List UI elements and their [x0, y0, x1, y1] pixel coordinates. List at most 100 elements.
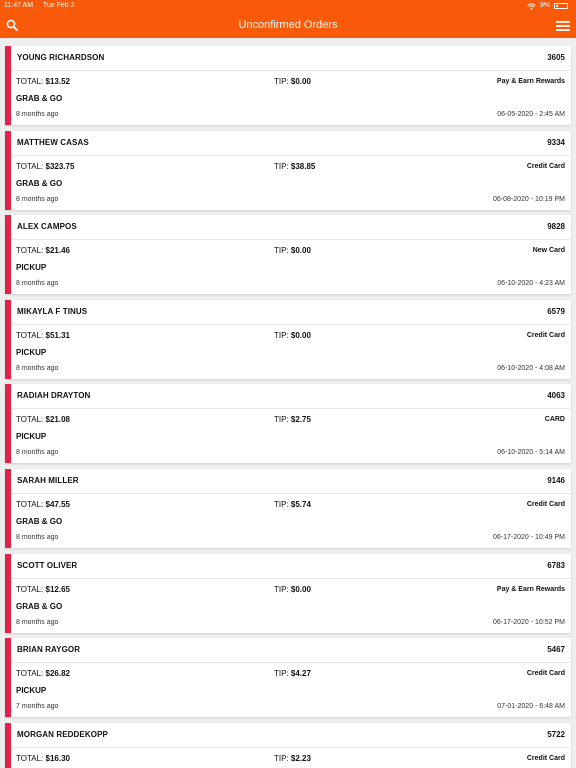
customer-name: MORGAN REDDEKOPP	[17, 729, 108, 739]
total-value: $47.55	[45, 500, 70, 509]
total-value: $21.08	[45, 415, 70, 425]
total-value: $51.31	[45, 330, 70, 340]
order-card-header: MORGAN REDDEKOPP 5722	[11, 723, 571, 748]
order-amounts: TOTAL: $51.31 TIP: $0.00 Credit Card	[16, 331, 565, 345]
customer-name: RADIAH DRAYTON	[17, 391, 91, 401]
tip-value: $0.00	[290, 246, 311, 256]
tip-value: $2.75	[290, 415, 311, 425]
order-number: 5467	[547, 645, 565, 655]
order-datetime: 06-08-2020 - 10:19 PM	[493, 195, 565, 203]
relative-time: 8 months ago	[16, 449, 59, 457]
total-label: TOTAL:	[16, 77, 44, 86]
order-number: 5722	[547, 729, 565, 739]
order-type: PICKUP	[16, 263, 47, 273]
order-type: PICKUP	[16, 347, 47, 357]
customer-name: MATTHEW CASAS	[17, 137, 89, 147]
order-number: 6579	[547, 306, 565, 316]
tip-label: TIP:	[274, 330, 289, 340]
order-tip: TIP: $5.74	[274, 500, 311, 509]
app-header: 11:47 AM Tue Feb 2 9% Unconfirmed Orders	[0, 0, 576, 38]
order-card[interactable]: SCOTT OLIVER 6783 TOTAL: $12.65 TIP: $0.…	[5, 553, 571, 633]
order-number: 9828	[547, 222, 565, 232]
tip-value: $0.00	[290, 584, 311, 594]
order-card-header: SCOTT OLIVER 6783	[11, 554, 571, 579]
order-card[interactable]: BRIAN RAYGOR 5467 TOTAL: $26.82 TIP: $4.…	[5, 638, 571, 718]
order-card[interactable]: MATTHEW CASAS 9334 TOTAL: $323.75 TIP: $…	[5, 130, 571, 210]
order-total: TOTAL: $21.46	[16, 246, 70, 255]
order-amounts: TOTAL: $47.55 TIP: $5.74 Credit Card	[16, 500, 565, 514]
payment-method: Credit Card	[526, 162, 565, 170]
order-datetime: 07-01-2020 - 6:48 AM	[497, 703, 565, 711]
status-time: 11:47 AM	[4, 2, 34, 9]
order-number: 3605	[547, 53, 565, 62]
order-total: TOTAL: $51.31	[16, 331, 70, 340]
total-label: TOTAL:	[16, 753, 44, 763]
total-value: $323.75	[45, 161, 75, 171]
relative-time: 8 months ago	[16, 280, 59, 288]
customer-name: MIKAYLA F TINUS	[17, 306, 88, 316]
tip-label: TIP:	[274, 415, 289, 425]
customer-name: YOUNG RICHARDSON	[17, 53, 105, 62]
order-total: TOTAL: $47.55	[16, 500, 70, 509]
order-total: TOTAL: $16.30	[16, 754, 70, 763]
payment-method: New Card	[532, 247, 565, 255]
order-card[interactable]: RADIAH DRAYTON 4063 TOTAL: $21.08 TIP: $…	[5, 384, 571, 464]
payment-method: Credit Card	[526, 331, 565, 339]
relative-time: 8 months ago	[16, 364, 59, 372]
total-value: $16.30	[45, 753, 70, 763]
payment-method: Credit Card	[526, 501, 565, 508]
total-value: $12.65	[45, 584, 70, 594]
order-card[interactable]: SARAH MILLER 9146 TOTAL: $47.55 TIP: $5.…	[5, 469, 571, 548]
order-tip: TIP: $0.00	[274, 246, 311, 255]
order-datetime: 06-17-2020 - 10:52 PM	[493, 618, 565, 626]
payment-method: Pay & Earn Rewards	[496, 585, 565, 593]
wifi-icon	[527, 2, 536, 10]
order-amounts: TOTAL: $323.75 TIP: $38.85 Credit Card	[16, 162, 565, 176]
order-card-header: RADIAH DRAYTON 4063	[11, 384, 571, 410]
orders-list[interactable]: YOUNG RICHARDSON 3605 TOTAL: $13.52 TIP:…	[0, 38, 576, 768]
order-card[interactable]: ALEX CAMPOS 9828 TOTAL: $21.46 TIP: $0.0…	[5, 215, 571, 295]
order-datetime: 06-10-2020 - 5:14 AM	[497, 449, 565, 457]
order-datetime: 06-05-2020 - 2:45 AM	[497, 111, 565, 118]
total-value: $13.52	[45, 77, 70, 86]
customer-name: SARAH MILLER	[17, 476, 79, 485]
order-card-header: MATTHEW CASAS 9334	[11, 131, 571, 156]
order-type: PICKUP	[16, 686, 47, 696]
order-type: PICKUP	[16, 432, 47, 442]
tip-label: TIP:	[274, 753, 289, 763]
order-total: TOTAL: $323.75	[16, 162, 74, 171]
customer-name: ALEX CAMPOS	[17, 222, 77, 232]
order-total: TOTAL: $21.08	[16, 415, 70, 424]
tip-label: TIP:	[274, 500, 289, 509]
total-label: TOTAL:	[16, 669, 44, 679]
tip-label: TIP:	[274, 77, 289, 86]
order-card[interactable]: MORGAN REDDEKOPP 5722 TOTAL: $16.30 TIP:…	[5, 722, 571, 768]
payment-method: Credit Card	[526, 670, 565, 678]
order-type: GRAB & GO	[16, 601, 63, 611]
order-amounts: TOTAL: $21.08 TIP: $2.75 CARD	[16, 415, 565, 429]
total-label: TOTAL:	[16, 246, 44, 256]
order-type: GRAB & GO	[16, 94, 63, 103]
order-tip: TIP: $38.85	[274, 162, 315, 171]
order-amounts: TOTAL: $21.46 TIP: $0.00 New Card	[16, 246, 565, 260]
order-card-header: MIKAYLA F TINUS 6579	[11, 300, 571, 325]
order-tip: TIP: $0.00	[274, 77, 311, 86]
payment-method: Credit Card	[526, 754, 565, 762]
order-card[interactable]: YOUNG RICHARDSON 3605 TOTAL: $13.52 TIP:…	[5, 46, 571, 125]
tip-value: $2.23	[290, 753, 311, 763]
order-tip: TIP: $0.00	[274, 585, 311, 594]
total-label: TOTAL:	[16, 500, 44, 509]
order-number: 9146	[547, 476, 565, 485]
status-date: Tue Feb 2	[42, 2, 75, 9]
order-type: GRAB & GO	[16, 517, 63, 526]
hamburger-menu-icon[interactable]	[556, 20, 570, 32]
total-label: TOTAL:	[16, 161, 44, 171]
tip-value: $5.74	[290, 500, 311, 509]
tip-value: $4.27	[290, 669, 311, 679]
total-label: TOTAL:	[16, 415, 44, 425]
order-number: 4063	[547, 391, 565, 401]
order-datetime: 06-17-2020 - 10:49 PM	[493, 534, 565, 541]
order-card[interactable]: MIKAYLA F TINUS 6579 TOTAL: $51.31 TIP: …	[5, 299, 571, 379]
order-card-header: YOUNG RICHARDSON 3605	[11, 46, 571, 71]
total-label: TOTAL:	[16, 330, 44, 340]
